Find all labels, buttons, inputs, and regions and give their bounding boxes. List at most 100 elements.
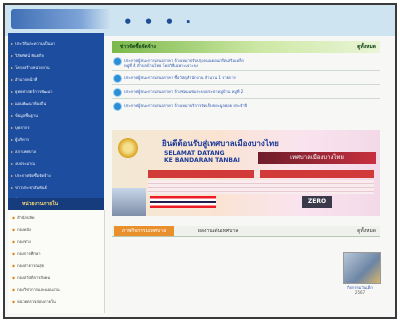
chevron-right-icon: ▸ <box>11 125 14 130</box>
sidebar-menu-item[interactable]: ▸ ประกาศจัดซื้อจัดจ้าง <box>8 173 104 178</box>
sidebar-menu-label[interactable]: ประกาศจัดซื้อจัดจ้าง <box>15 173 51 178</box>
bullet-icon <box>114 58 121 65</box>
sidebar-menu-label[interactable]: สภาเทศบาล <box>15 149 36 154</box>
sidebar-list-item[interactable]: ◆ กองคลัง <box>12 226 31 233</box>
bullet-icon <box>114 75 121 82</box>
banner-subtitle: SELAMAT DATANG KE BANDARAN TANBAI <box>164 150 240 164</box>
chevron-right-icon: ▸ <box>11 77 14 82</box>
zero-badge: ZERO <box>302 196 332 208</box>
diamond-bullet-icon: ◆ <box>12 287 16 292</box>
sidebar-list-item[interactable]: ◆ กองสวัสดิการสังคม <box>12 274 50 281</box>
sidebar-section-title: หน่วยงานภายใน <box>22 201 59 207</box>
news-item[interactable]: ประกาศผู้ชนะการเสนอราคา จ้างซ่อมแซมระบบป… <box>112 88 380 97</box>
tab-highlights[interactable]: ผลงานเด่นเทศบาล <box>198 227 238 235</box>
sidebar-menu-label[interactable]: แผนพัฒนาท้องถิ่น <box>15 101 46 106</box>
sidebar-list-label[interactable]: กองการศึกษา <box>17 251 40 256</box>
divider <box>112 70 380 71</box>
news-item[interactable]: ประกาศผู้ชนะการเสนอราคา ซื้อวัสดุสำนักงา… <box>112 74 380 83</box>
sidebar-list-item[interactable]: ◆ กองการศึกษา <box>12 250 41 257</box>
sidebar-list-label[interactable]: กองสวัสดิการสังคม <box>17 275 50 280</box>
sidebar-menu-label[interactable]: ประวัติและความเป็นมา <box>15 41 55 46</box>
sidebar-menu-label[interactable]: งบประมาณ <box>15 161 35 166</box>
sidebar-list-label[interactable]: หน่วยตรวจสอบภายใน <box>17 299 56 304</box>
sidebar-list-item[interactable]: ◆ สำนักปลัด <box>12 214 35 221</box>
sidebar-menu-label[interactable]: โครงสร้างหน่วยงาน <box>15 65 50 70</box>
activity-date: 2567 <box>354 290 366 295</box>
sidebar-menu-label[interactable]: ข้อมูลพื้นฐาน <box>15 113 38 118</box>
banner-subtitle-2: KE BANDARAN TANBAI <box>164 157 240 164</box>
chevron-right-icon: ▸ <box>11 101 14 106</box>
sidebar-menu-item[interactable]: ▸ อำนาจหน้าที่ <box>8 77 104 82</box>
city-image <box>112 188 146 216</box>
sidebar-menu-label[interactable]: ยุทธศาสตร์การพัฒนา <box>15 89 52 94</box>
sidebar-list-item[interactable]: ◆ หน่วยตรวจสอบภายใน <box>12 298 56 305</box>
banner-red-bar <box>148 170 254 178</box>
news-item[interactable]: ประกาศผู้ชนะการเสนอราคา จ้างเหมาบริการจั… <box>112 102 380 111</box>
sidebar-menu-item[interactable]: ▸ วิสัยทัศน์ พันธกิจ <box>8 53 104 58</box>
sidebar-list-label[interactable]: สำนักปลัด <box>17 215 34 220</box>
banner-subtitle-1: SELAMAT DATANG <box>164 150 225 157</box>
sidebar-menu-item[interactable]: ▸ สภาเทศบาล <box>8 149 104 154</box>
sidebar-menu-label[interactable]: บุคลากร <box>15 125 29 130</box>
sidebar-menu-item[interactable]: ▸ โครงสร้างหน่วยงาน <box>8 65 104 70</box>
sidebar-menu-item[interactable]: ▸ ข้อมูลพื้นฐาน <box>8 113 104 118</box>
chevron-right-icon: ▸ <box>11 41 14 46</box>
activity-thumbnail[interactable] <box>343 252 381 284</box>
chevron-right-icon: ▸ <box>11 53 14 58</box>
sidebar-menu-label[interactable]: วิสัยทัศน์ พันธกิจ <box>15 53 44 58</box>
sidebar-menu-item[interactable]: ▸ งบประมาณ <box>8 161 104 166</box>
diamond-bullet-icon: ◆ <box>12 263 16 268</box>
news-item-text-line2[interactable]: หมู่ที่ 4 ตำบลบ้านไทย โดยวิธีเฉพาะเจาะจง <box>124 62 198 69</box>
banner-title: ยินดีต้อนรับสู่เทศบาลเมืองบางไทย <box>162 139 279 148</box>
chevron-right-icon: ▸ <box>11 149 14 154</box>
diamond-bullet-icon: ◆ <box>12 227 16 232</box>
chevron-right-icon: ▸ <box>11 89 14 94</box>
sidebar-list-item[interactable]: ◆ กองสาธารณสุข <box>12 262 44 269</box>
banner-text-lines <box>148 180 374 194</box>
news-header: ข่าวจัดซื้อจัดจ้าง ดูทั้งหมด <box>112 41 380 53</box>
bullet-icon <box>114 103 121 110</box>
sidebar-list-item[interactable]: ◆ กองช่าง <box>12 238 31 245</box>
sidebar-list-label[interactable]: กองคลัง <box>17 227 31 232</box>
municipal-emblem-icon <box>118 138 138 158</box>
sidebar-menu-item[interactable]: ▸ ผู้บริหาร <box>8 137 104 142</box>
sidebar-list-label[interactable]: กองสาธารณสุข <box>17 263 44 268</box>
header-decoration: • • • · <box>123 13 195 31</box>
sidebar-list-label[interactable]: กองช่าง <box>17 239 31 244</box>
sidebar-menu-item[interactable]: ▸ ยุทธศาสตร์การพัฒนา <box>8 89 104 94</box>
diamond-bullet-icon: ◆ <box>12 239 16 244</box>
news-item-text[interactable]: ประกาศผู้ชนะการเสนอราคา จ้างเหมาบริการจั… <box>124 102 247 109</box>
sidebar-menu-item[interactable]: ▸ ประวัติและความเป็นมา <box>8 41 104 46</box>
divider <box>112 84 380 85</box>
banner-ribbon: เทศบาลเมืองบางไทย <box>258 152 376 164</box>
sidebar-list-item[interactable]: ◆ กองวิชาการและแผนงาน <box>12 286 60 293</box>
tab-activities[interactable]: ภาพกิจกรรมเทศบาล <box>114 226 174 236</box>
sidebar-menu-label[interactable]: ข่าวประชาสัมพันธ์ <box>15 185 47 190</box>
sidebar-list-label[interactable]: กองวิชาการและแผนงาน <box>17 287 60 292</box>
news-title: ข่าวจัดซื้อจัดจ้าง <box>120 44 156 50</box>
news-item-text[interactable]: ประกาศผู้ชนะการเสนอราคา จ้างซ่อมแซมระบบป… <box>124 88 243 95</box>
activity-tabs: ภาพกิจกรรมเทศบาล ผลงานเด่นเทศบาล ดูทั้งห… <box>112 226 380 237</box>
chevron-right-icon: ▸ <box>11 113 14 118</box>
news-view-all-link[interactable]: ดูทั้งหมด <box>357 43 376 51</box>
sidebar-menu-label[interactable]: ผู้บริหาร <box>15 137 29 142</box>
site-logo[interactable] <box>11 9 111 29</box>
news-item-text[interactable]: ประกาศผู้ชนะการเสนอราคา ซื้อวัสดุสำนักงา… <box>124 74 236 81</box>
sidebar-menu-label[interactable]: อำนาจหน้าที่ <box>15 77 37 82</box>
diamond-bullet-icon: ◆ <box>12 251 16 256</box>
chevron-right-icon: ▸ <box>11 173 14 178</box>
chevron-right-icon: ▸ <box>11 65 14 70</box>
welcome-banner[interactable]: ยินดีต้อนรับสู่เทศบาลเมืองบางไทย SELAMAT… <box>112 130 380 216</box>
sidebar-menu-item[interactable]: ▸ แผนพัฒนาท้องถิ่น <box>8 101 104 106</box>
sidebar-menu-item[interactable]: ▸ ข่าวประชาสัมพันธ์ <box>8 185 104 190</box>
banner-red-bar <box>260 170 374 178</box>
news-item[interactable]: ประกาศผู้ชนะการเสนอราคา จ้างเหมาปรับปรุง… <box>112 57 380 69</box>
bullet-icon <box>114 89 121 96</box>
chevron-right-icon: ▸ <box>11 137 14 142</box>
diamond-bullet-icon: ◆ <box>12 299 16 304</box>
thai-flag-icon <box>150 196 216 208</box>
divider <box>112 98 380 99</box>
site-header: • • • · <box>5 5 395 36</box>
activity-view-all-link[interactable]: ดูทั้งหมด <box>357 227 376 235</box>
sidebar-menu-item[interactable]: ▸ บุคลากร <box>8 125 104 130</box>
